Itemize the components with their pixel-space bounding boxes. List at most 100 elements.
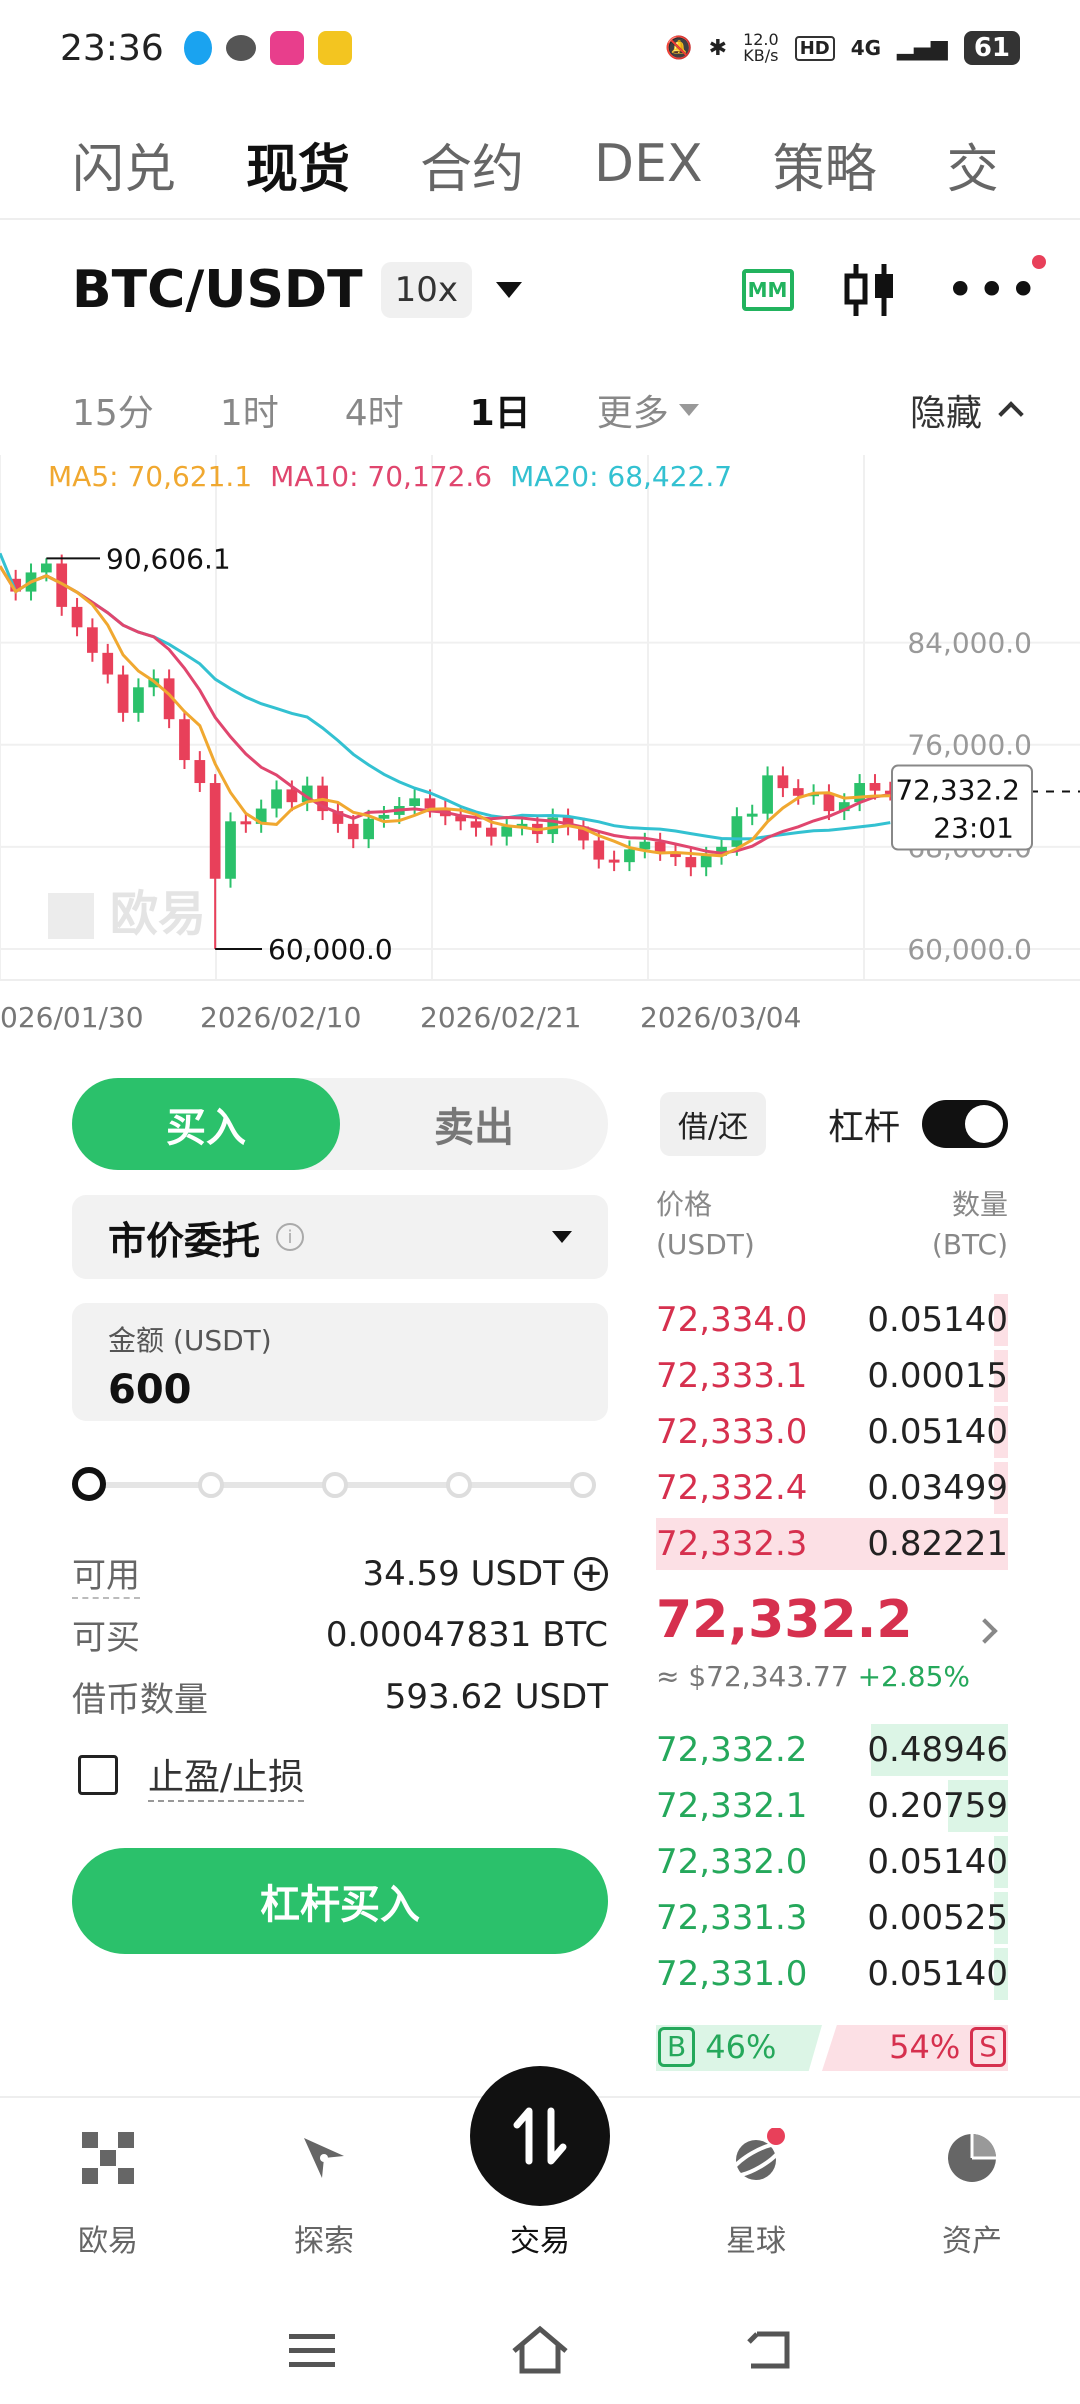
ask-qty: 0.03499: [867, 1468, 1008, 1508]
candle-body: [470, 821, 482, 828]
candle-body: [378, 814, 390, 819]
timeframe-bar: 15分 1时 4时 1日 更多 隐藏: [72, 375, 1024, 445]
amount-input[interactable]: 金额 (USDT) 600: [72, 1303, 608, 1421]
high-price-label: 90,606.1: [106, 542, 231, 575]
timeframe-15m[interactable]: 15分: [72, 384, 154, 436]
nav-okx[interactable]: 欧易: [38, 2128, 178, 2260]
info-icon[interactable]: i: [276, 1223, 305, 1251]
candle-body: [286, 789, 298, 803]
slider-stop-100[interactable]: [570, 1472, 596, 1498]
market-maker-icon[interactable]: MM: [741, 269, 794, 311]
slider-stop-75[interactable]: [446, 1472, 472, 1498]
bid-row[interactable]: 72,332.2 0.48946: [656, 1722, 1008, 1778]
can-buy-row: 可买 0.00047831 BTC: [72, 1610, 608, 1659]
candle-body: [792, 788, 804, 796]
bid-price: 72,332.1: [656, 1786, 808, 1826]
notification-dot: [1032, 255, 1046, 269]
sell-tab[interactable]: 卖出: [340, 1078, 608, 1170]
more-options-icon[interactable]: •••: [946, 255, 1046, 315]
chevron-up-icon: [998, 401, 1024, 427]
add-funds-icon[interactable]: +: [574, 1556, 608, 1591]
borrow-label: 借币数量: [72, 1680, 208, 1720]
price-chart[interactable]: 84,000.076,000.068,000.060,000.0 026/01/…: [0, 455, 1080, 1050]
bid-row[interactable]: 72,332.0 0.05140: [656, 1834, 1008, 1890]
ask-price: 72,333.1: [656, 1356, 808, 1396]
nav-assets-label: 资产: [942, 2224, 1002, 2259]
tab-spot[interactable]: 现货: [246, 127, 350, 202]
tab-convert[interactable]: 闪兑: [72, 127, 176, 202]
nav-explore[interactable]: 探索: [254, 2128, 394, 2260]
candle-body: [225, 821, 236, 879]
slider-stop-25[interactable]: [198, 1472, 224, 1498]
sell-ratio-value: 54%: [889, 2028, 961, 2066]
pair-selector[interactable]: BTC/USDT: [72, 260, 363, 320]
tpsl-checkbox[interactable]: [78, 1755, 118, 1795]
bid-row[interactable]: 72,331.3 0.00525: [656, 1890, 1008, 1946]
ask-price: 72,333.0: [656, 1412, 808, 1452]
candlestick-icon[interactable]: [842, 260, 898, 320]
amount-value[interactable]: 600: [108, 1367, 572, 1413]
borrow-repay-button[interactable]: 借/还: [660, 1092, 767, 1156]
x-axis-tick: 2026/03/04: [640, 1001, 801, 1034]
candle-body: [133, 687, 144, 713]
back-icon[interactable]: [743, 2328, 793, 2372]
price-unit: (USDT): [656, 1228, 755, 1261]
order-book-controls: 借/还 杠杆: [660, 1092, 1008, 1156]
timeframe-1d[interactable]: 1日: [470, 384, 531, 436]
margin-buy-button[interactable]: 杠杆买入: [72, 1848, 608, 1954]
tab-futures[interactable]: 合约: [420, 127, 524, 202]
ask-row[interactable]: 72,332.4 0.03499: [656, 1460, 1008, 1516]
hide-chart-button[interactable]: 隐藏: [910, 384, 1024, 436]
mail-notification-icon: [317, 31, 352, 65]
home-icon[interactable]: [510, 2325, 570, 2375]
pair-dropdown-icon[interactable]: [495, 282, 522, 298]
nav-planet[interactable]: 星球: [686, 2127, 826, 2260]
ask-qty: 0.05140: [867, 1412, 1008, 1452]
leverage-toggle[interactable]: [922, 1100, 1008, 1148]
buy-sell-ratio: B 46% 54% S: [656, 2025, 1008, 2071]
bid-price: 72,331.3: [656, 1898, 808, 1938]
tpsl-label: 止盈/止损: [148, 1748, 305, 1802]
bid-qty: 0.48946: [867, 1730, 1008, 1770]
bid-qty: 0.05140: [867, 1842, 1008, 1882]
bid-row[interactable]: 72,331.0 0.05140: [656, 1946, 1008, 2002]
timeframe-1h[interactable]: 1时: [220, 384, 279, 436]
buy-tab[interactable]: 买入: [72, 1078, 340, 1170]
tab-more-partial[interactable]: 交: [947, 127, 999, 202]
ask-row[interactable]: 72,333.0 0.05140: [656, 1404, 1008, 1460]
order-type-select[interactable]: 市价委托 i: [72, 1195, 608, 1279]
ask-qty: 0.00015: [867, 1356, 1008, 1396]
ma10-label: MA10: 70,172.6: [270, 460, 493, 493]
bid-row[interactable]: 72,332.1 0.20759: [656, 1778, 1008, 1834]
trade-fab[interactable]: [470, 2066, 610, 2206]
tpsl-option[interactable]: 止盈/止损: [78, 1748, 305, 1802]
ask-row[interactable]: 72,334.0 0.05140: [656, 1292, 1008, 1348]
tab-strategy[interactable]: 策略: [773, 127, 877, 202]
timeframe-4h[interactable]: 4时: [345, 384, 404, 436]
candle-body: [869, 783, 881, 791]
nav-okx-label: 欧易: [78, 2224, 138, 2259]
candle-body: [424, 798, 436, 809]
slider-stop-50[interactable]: [322, 1472, 348, 1498]
chevron-right-icon[interactable]: [972, 1618, 998, 1644]
candle-body: [731, 816, 743, 847]
nav-assets[interactable]: 资产: [902, 2128, 1042, 2260]
chevron-down-icon: [552, 1231, 572, 1243]
slider-handle[interactable]: [72, 1467, 106, 1501]
candle-body: [102, 652, 114, 675]
ask-qty: 0.82221: [867, 1524, 1008, 1564]
menu-icon[interactable]: [287, 2330, 337, 2370]
ask-price: 72,334.0: [656, 1300, 808, 1340]
amount-slider[interactable]: [72, 1465, 608, 1505]
nav-trade[interactable]: 交易: [470, 2216, 610, 2260]
tab-dex[interactable]: DEX: [594, 134, 703, 194]
buy-ratio-value: 46%: [705, 2028, 777, 2066]
ask-row[interactable]: 72,333.1 0.00015: [656, 1348, 1008, 1404]
network-speed: 12.0 KB/s: [743, 30, 779, 65]
nav-trade-label: 交易: [510, 2224, 570, 2259]
leverage-badge[interactable]: 10x: [380, 262, 472, 318]
timeframe-more[interactable]: 更多: [597, 384, 699, 436]
ask-row[interactable]: 72,332.3 0.82221: [656, 1516, 1008, 1572]
x-axis-tick: 2026/02/10: [200, 1001, 361, 1034]
available-label: 可用: [72, 1548, 140, 1599]
